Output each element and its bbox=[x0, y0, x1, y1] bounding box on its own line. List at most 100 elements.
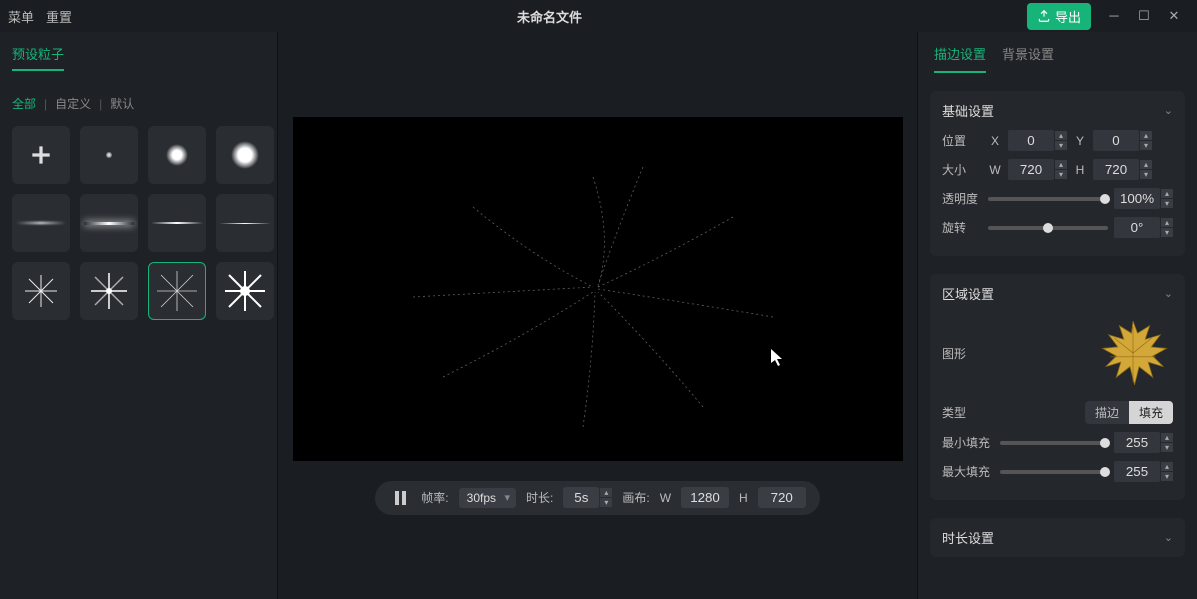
canvas-height-input[interactable] bbox=[758, 487, 806, 508]
duration-settings-header[interactable]: 时长设置 ⌄ bbox=[942, 528, 1173, 547]
shape-label: 图形 bbox=[942, 345, 982, 362]
add-particle-button[interactable] bbox=[12, 126, 70, 184]
basic-settings-section: 基础设置 ⌄ 位置 X ▴▾ Y ▴▾ 大小 W ▴▾ H ▴▾ bbox=[930, 91, 1185, 256]
min-fill-slider[interactable] bbox=[1000, 441, 1108, 445]
close-button[interactable]: ✕ bbox=[1167, 8, 1181, 24]
max-fill-input[interactable] bbox=[1114, 461, 1160, 482]
size-w-input[interactable] bbox=[1008, 159, 1054, 180]
stepper-up[interactable]: ▴ bbox=[1055, 131, 1067, 140]
basic-settings-header[interactable]: 基础设置 ⌄ bbox=[942, 101, 1173, 120]
max-fill-slider[interactable] bbox=[1000, 470, 1108, 474]
sparkle-icon bbox=[21, 271, 61, 311]
stepper-up[interactable]: ▴ bbox=[1161, 189, 1173, 198]
stepper-down[interactable]: ▾ bbox=[1161, 228, 1173, 237]
maximize-button[interactable]: ☐ bbox=[1137, 8, 1151, 24]
pause-button[interactable] bbox=[389, 487, 411, 509]
particle-preset[interactable] bbox=[80, 262, 138, 320]
plus-icon bbox=[28, 142, 54, 168]
area-settings-header[interactable]: 区域设置 ⌄ bbox=[942, 284, 1173, 303]
reset-button[interactable]: 重置 bbox=[46, 7, 72, 26]
min-fill-input[interactable] bbox=[1114, 432, 1160, 453]
chevron-down-icon: ⌄ bbox=[1164, 104, 1173, 117]
stepper-down[interactable]: ▾ bbox=[1161, 472, 1173, 481]
particle-preset[interactable] bbox=[12, 194, 70, 252]
stepper-up[interactable]: ▴ bbox=[600, 488, 612, 497]
stepper-up[interactable]: ▴ bbox=[1161, 218, 1173, 227]
preview-canvas[interactable] bbox=[293, 117, 903, 461]
minimize-button[interactable]: ─ bbox=[1107, 8, 1121, 24]
export-icon bbox=[1037, 9, 1051, 23]
document-title: 未命名文件 bbox=[72, 7, 1027, 26]
opacity-label: 透明度 bbox=[942, 190, 982, 207]
particle-preset[interactable] bbox=[216, 126, 274, 184]
tab-background-settings[interactable]: 背景设置 bbox=[1002, 44, 1054, 73]
type-fill-option[interactable]: 填充 bbox=[1129, 401, 1173, 424]
export-button[interactable]: 导出 bbox=[1027, 3, 1091, 30]
right-panel: 描边设置 背景设置 基础设置 ⌄ 位置 X ▴▾ Y ▴▾ 大小 W ▴▾ bbox=[917, 32, 1197, 599]
min-fill-label: 最小填充 bbox=[942, 434, 994, 451]
sparkle-icon bbox=[155, 269, 199, 313]
stepper-down[interactable]: ▾ bbox=[1161, 199, 1173, 208]
fps-label: 帧率: bbox=[421, 489, 448, 506]
stepper-up[interactable]: ▴ bbox=[1055, 160, 1067, 169]
stepper-up[interactable]: ▴ bbox=[1161, 462, 1173, 471]
canvas-width-input[interactable] bbox=[681, 487, 729, 508]
center-panel: 帧率: 30fps▾ 时长: ▴▾ 画布: W H bbox=[278, 32, 917, 599]
rotation-slider[interactable] bbox=[988, 226, 1108, 230]
type-stroke-option[interactable]: 描边 bbox=[1085, 401, 1129, 424]
rotation-input[interactable] bbox=[1114, 217, 1160, 238]
particle-preset[interactable] bbox=[216, 194, 274, 252]
left-panel: 预设粒子 全部 | 自定义 | 默认 bbox=[0, 32, 278, 599]
duration-input[interactable] bbox=[563, 487, 599, 508]
tab-preset-particles[interactable]: 预设粒子 bbox=[12, 44, 64, 71]
sparkle-icon bbox=[225, 271, 265, 311]
sparkle-icon bbox=[89, 271, 129, 311]
canvas-label: 画布: bbox=[622, 489, 649, 506]
particle-preset[interactable] bbox=[148, 194, 206, 252]
stepper-up[interactable]: ▴ bbox=[1140, 160, 1152, 169]
position-x-input[interactable] bbox=[1008, 130, 1054, 151]
stepper-down[interactable]: ▾ bbox=[1055, 141, 1067, 150]
chevron-down-icon: ⌄ bbox=[1164, 287, 1173, 300]
playback-bar: 帧率: 30fps▾ 时长: ▴▾ 画布: W H bbox=[375, 481, 819, 515]
stepper-down[interactable]: ▾ bbox=[1140, 141, 1152, 150]
position-y-input[interactable] bbox=[1093, 130, 1139, 151]
stepper-down[interactable]: ▾ bbox=[1140, 170, 1152, 179]
filter-default[interactable]: 默认 bbox=[110, 95, 134, 112]
particle-grid bbox=[12, 126, 265, 320]
duration-settings-section: 时长设置 ⌄ bbox=[930, 518, 1185, 557]
filter-custom[interactable]: 自定义 bbox=[55, 95, 91, 112]
fps-select[interactable]: 30fps▾ bbox=[459, 488, 516, 508]
max-fill-label: 最大填充 bbox=[942, 463, 994, 480]
particle-render bbox=[293, 117, 903, 461]
stepper-down[interactable]: ▾ bbox=[1055, 170, 1067, 179]
particle-preset[interactable] bbox=[80, 126, 138, 184]
opacity-slider[interactable] bbox=[988, 197, 1108, 201]
rotation-label: 旋转 bbox=[942, 219, 982, 236]
particle-preset[interactable] bbox=[216, 262, 274, 320]
chevron-down-icon: ⌄ bbox=[1164, 531, 1173, 544]
pause-icon bbox=[394, 491, 406, 505]
area-settings-section: 区域设置 ⌄ 图形 类型 描边 bbox=[930, 274, 1185, 500]
tab-stroke-settings[interactable]: 描边设置 bbox=[934, 44, 986, 73]
type-label: 类型 bbox=[942, 404, 982, 421]
stepper-up[interactable]: ▴ bbox=[1140, 131, 1152, 140]
duration-label: 时长: bbox=[526, 489, 553, 506]
particle-preset[interactable] bbox=[80, 194, 138, 252]
particle-preset-selected[interactable] bbox=[148, 262, 206, 320]
shape-preview[interactable] bbox=[1093, 313, 1173, 393]
particle-preset[interactable] bbox=[148, 126, 206, 184]
type-toggle: 描边 填充 bbox=[1085, 401, 1173, 424]
position-label: 位置 bbox=[942, 132, 982, 149]
filter-all[interactable]: 全部 bbox=[12, 95, 36, 112]
stepper-down[interactable]: ▾ bbox=[1161, 443, 1173, 452]
opacity-input[interactable] bbox=[1114, 188, 1160, 209]
stepper-up[interactable]: ▴ bbox=[1161, 433, 1173, 442]
stepper-down[interactable]: ▾ bbox=[600, 498, 612, 507]
menu-button[interactable]: 菜单 bbox=[8, 7, 34, 26]
particle-preset[interactable] bbox=[12, 262, 70, 320]
size-label: 大小 bbox=[942, 161, 982, 178]
size-h-input[interactable] bbox=[1093, 159, 1139, 180]
titlebar: 菜单 重置 未命名文件 导出 ─ ☐ ✕ bbox=[0, 0, 1197, 32]
maple-leaf-icon bbox=[1095, 315, 1171, 391]
